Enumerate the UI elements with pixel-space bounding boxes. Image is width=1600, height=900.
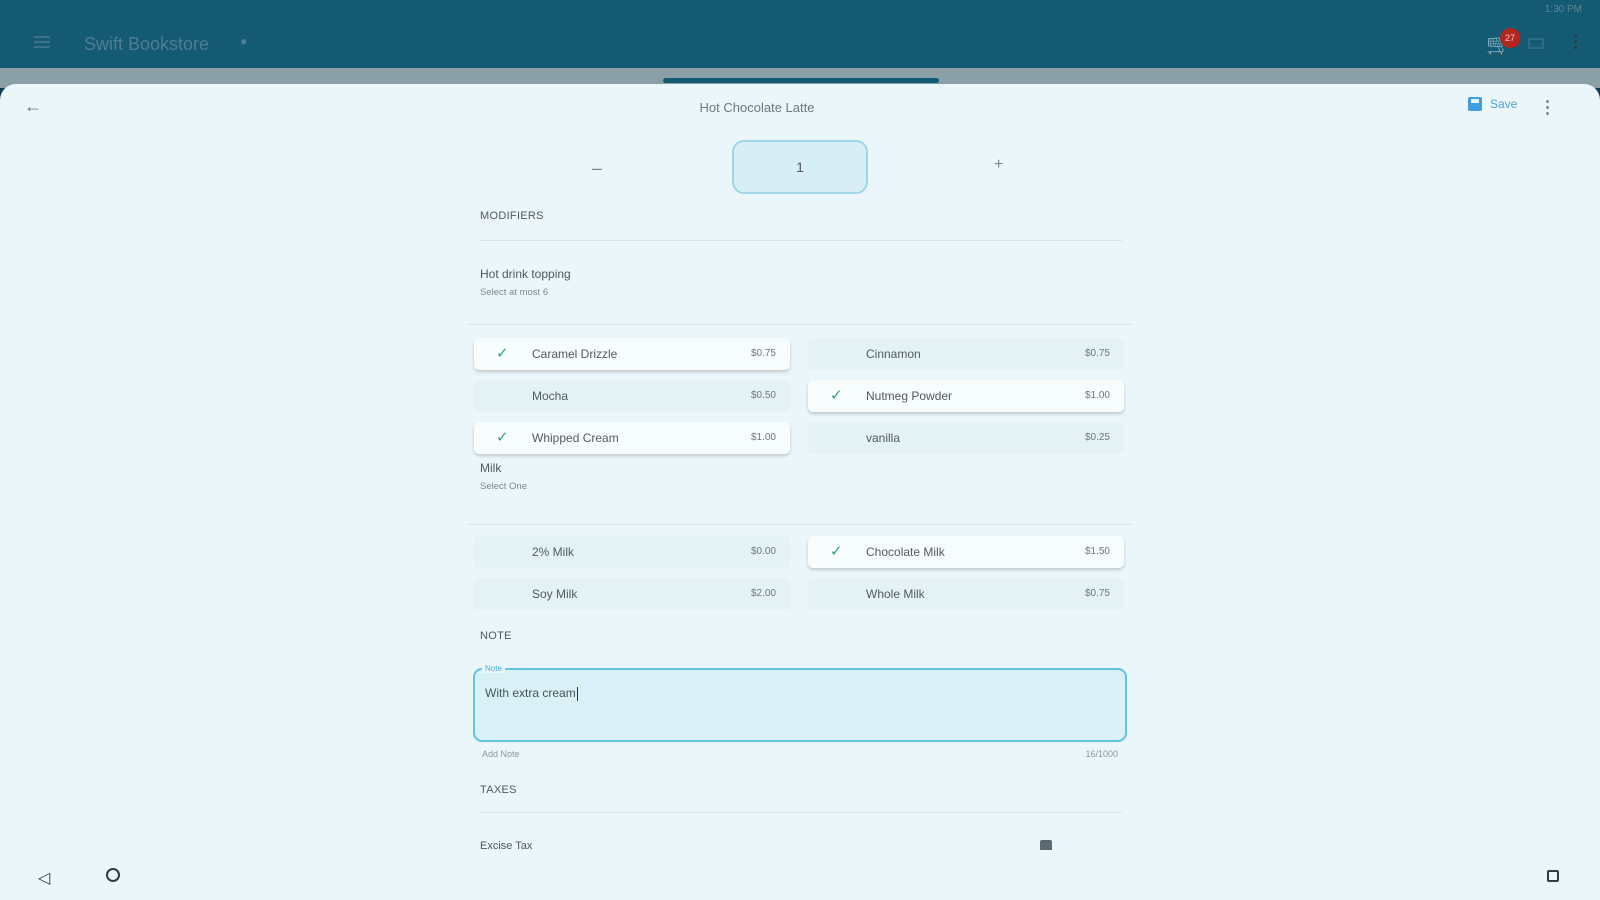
group-subtitle: Select One [480,481,527,492]
option-chip[interactable]: ✓ Whipped Cream $1.00 [474,422,790,454]
option-name: 2% Milk [532,545,575,559]
option-chip[interactable]: Cinnamon $0.75 [808,338,1124,370]
chat-icon[interactable] [1528,38,1544,49]
note-field-label: Note [482,664,505,673]
option-chip[interactable]: ✓ Chocolate Milk $1.50 [808,536,1124,568]
option-name: Caramel Drizzle [532,347,618,361]
option-chip[interactable]: ✓ Caramel Drizzle $0.75 [474,338,790,370]
save-icon [1468,97,1482,111]
decrease-quantity-button[interactable]: – [592,158,602,179]
cart-badge: 27 [1500,28,1520,48]
note-helper-text: Add Note [482,749,520,759]
app-bar: 1:30 PM Swift Bookstore ● 🛒 27 [0,0,1600,68]
save-label: Save [1490,97,1518,111]
option-name: Whole Milk [866,587,925,601]
option-chip[interactable]: Mocha $0.50 [474,380,790,412]
taxes-heading: TAXES [480,784,517,796]
tax-item-label: Excise Tax [480,840,533,852]
option-chip[interactable]: Whole Milk $0.75 [808,578,1124,610]
modifier-sheet: ← Hot Chocolate Latte Save – 1 + MODIFIE… [0,84,1600,900]
group-subtitle: Select at most 6 [480,287,549,298]
option-name: Nutmeg Powder [866,389,953,403]
option-chip[interactable]: ✓ Nutmeg Powder $1.00 [808,380,1124,412]
check-icon: ✓ [830,387,843,404]
option-name: Cinnamon [866,347,921,361]
divider [480,240,1122,241]
modifiers-heading: MODIFIERS [480,210,544,222]
option-price: $0.75 [750,348,776,359]
group-title: Hot drink topping [480,267,571,281]
option-price: $0.00 [750,546,776,557]
group-title: Milk [480,461,502,475]
save-button[interactable]: Save [1468,97,1517,111]
status-time: 1:30 PM [1544,4,1582,15]
option-price: $1.50 [1084,546,1110,557]
note-input[interactable]: With extra cream [473,668,1127,742]
check-icon: ✓ [496,345,509,362]
divider [468,324,1132,325]
note-value: With extra cream [485,686,578,701]
option-name: Soy Milk [532,587,578,601]
option-price: $0.25 [1084,432,1110,443]
divider [480,812,1122,813]
option-chip[interactable]: 2% Milk $0.00 [474,536,790,568]
quantity-field[interactable]: 1 [732,140,868,194]
more-vert-icon[interactable] [1546,100,1549,118]
nav-home-icon[interactable] [106,868,120,882]
option-chip[interactable]: vanilla $0.25 [808,422,1124,454]
option-price: $0.75 [1084,348,1110,359]
nav-back-icon[interactable]: ◁ [38,868,50,888]
sheet-drag-handle[interactable] [663,78,939,83]
option-price: $0.50 [750,390,776,401]
option-price: $1.00 [1084,390,1110,401]
option-name: vanilla [866,431,901,445]
check-icon: ✓ [830,543,843,560]
option-price: $2.00 [750,588,776,599]
app-title: Swift Bookstore [84,34,210,54]
option-chip[interactable]: Soy Milk $2.00 [474,578,790,610]
tax-icon[interactable] [1040,840,1052,850]
nav-recents-icon[interactable] [1547,870,1559,882]
option-price: $1.00 [750,432,776,443]
pin-icon[interactable]: ● [240,34,247,48]
system-nav-bar: ◁ [0,852,1600,900]
increase-quantity-button[interactable]: + [994,156,1003,174]
option-name: Whipped Cream [532,431,619,445]
item-title: Hot Chocolate Latte [699,100,815,115]
option-name: Mocha [532,389,569,403]
note-heading: NOTE [480,630,512,642]
note-char-counter: 16/1000 [1085,749,1118,759]
option-name: Chocolate Milk [866,545,945,559]
menu-icon[interactable] [34,36,50,48]
divider [468,524,1132,525]
check-icon: ✓ [496,429,509,446]
more-vert-icon[interactable] [1574,34,1578,52]
option-price: $0.75 [1084,588,1110,599]
